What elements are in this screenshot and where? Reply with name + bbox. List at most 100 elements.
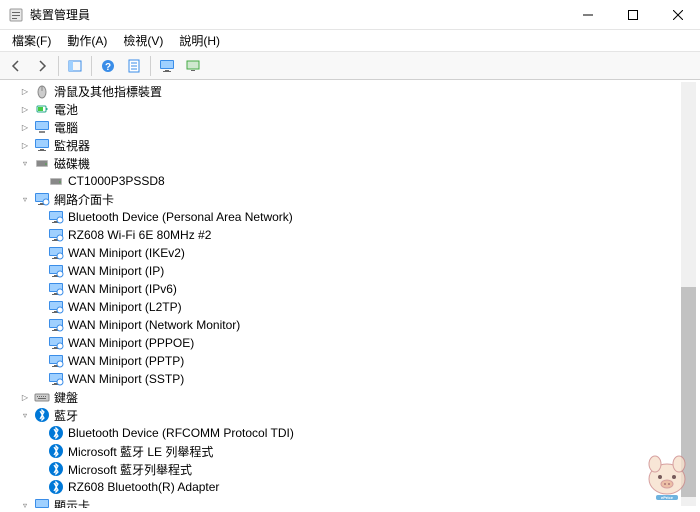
- expand-icon[interactable]: ▷: [18, 102, 32, 116]
- window-title: 裝置管理員: [30, 6, 565, 23]
- close-button[interactable]: [655, 0, 700, 30]
- expand-icon[interactable]: ▷: [18, 138, 32, 152]
- device-label: WAN Miniport (L2TP): [68, 300, 182, 314]
- toolbar-show-hide-button[interactable]: [63, 54, 87, 78]
- device-icon: [48, 443, 64, 459]
- menubar: 檔案(F) 動作(A) 檢視(V) 說明(H): [0, 30, 700, 52]
- scrollbar-thumb[interactable]: [681, 287, 696, 497]
- device-icon: [48, 209, 64, 225]
- expand-icon[interactable]: ▷: [18, 120, 32, 134]
- collapse-icon[interactable]: ▿: [18, 498, 32, 508]
- toolbar-remote-button[interactable]: [181, 54, 205, 78]
- device-icon: [48, 371, 64, 387]
- device-label: WAN Miniport (Network Monitor): [68, 318, 240, 332]
- app-icon: [8, 7, 24, 23]
- toolbar-help-button[interactable]: ?: [96, 54, 120, 78]
- category-network[interactable]: ▿ 網路介面卡: [4, 190, 696, 208]
- device-item[interactable]: RZ608 Wi-Fi 6E 80MHz #2: [4, 226, 696, 244]
- device-label: WAN Miniport (IKEv2): [68, 246, 185, 260]
- device-label: WAN Miniport (IP): [68, 264, 164, 278]
- menu-file[interactable]: 檔案(F): [4, 30, 59, 51]
- device-label: WAN Miniport (PPTP): [68, 354, 184, 368]
- svg-text:?: ?: [105, 62, 111, 73]
- device-icon: [48, 245, 64, 261]
- device-item[interactable]: WAN Miniport (L2TP): [4, 298, 696, 316]
- toolbar: ?: [0, 52, 700, 80]
- device-icon: [48, 425, 64, 441]
- keyboard-icon: [34, 389, 50, 405]
- device-label: WAN Miniport (SSTP): [68, 372, 184, 386]
- computer-icon: [34, 119, 50, 135]
- device-item[interactable]: WAN Miniport (IP): [4, 262, 696, 280]
- device-label: WAN Miniport (IPv6): [68, 282, 177, 296]
- menu-view[interactable]: 檢視(V): [115, 30, 171, 51]
- category-keyboard[interactable]: ▷ 鍵盤: [4, 388, 696, 406]
- category-bluetooth[interactable]: ▿ 藍牙: [4, 406, 696, 424]
- category-label: 網路介面卡: [54, 191, 114, 208]
- device-label: Microsoft 藍牙列舉程式: [68, 461, 192, 478]
- category-battery[interactable]: ▷ 電池: [4, 100, 696, 118]
- category-label: 電池: [54, 101, 78, 118]
- category-label: 顯示卡: [54, 497, 90, 509]
- device-item[interactable]: Microsoft 藍牙 LE 列舉程式: [4, 442, 696, 460]
- category-computer[interactable]: ▷ 電腦: [4, 118, 696, 136]
- category-label: 監視器: [54, 137, 90, 154]
- toolbar-separator: [150, 56, 151, 76]
- disk-icon: [34, 155, 50, 171]
- maximize-button[interactable]: [610, 0, 655, 30]
- device-icon: [48, 353, 64, 369]
- category-mouse[interactable]: ▷ 滑鼠及其他指標裝置: [4, 82, 696, 100]
- device-icon: [48, 281, 64, 297]
- device-item[interactable]: WAN Miniport (IPv6): [4, 280, 696, 298]
- device-item[interactable]: WAN Miniport (IKEv2): [4, 244, 696, 262]
- category-label: 磁碟機: [54, 155, 90, 172]
- category-label: 藍牙: [54, 407, 78, 424]
- network-icon: [34, 191, 50, 207]
- minimize-button[interactable]: [565, 0, 610, 30]
- monitor-icon: [34, 137, 50, 153]
- device-label: RZ608 Bluetooth(R) Adapter: [68, 480, 219, 494]
- device-label: Bluetooth Device (Personal Area Network): [68, 210, 293, 224]
- device-item[interactable]: WAN Miniport (Network Monitor): [4, 316, 696, 334]
- forward-button[interactable]: [30, 54, 54, 78]
- device-icon: [48, 335, 64, 351]
- device-icon: [48, 263, 64, 279]
- device-label: Microsoft 藍牙 LE 列舉程式: [68, 443, 213, 460]
- device-label: Bluetooth Device (RFCOMM Protocol TDI): [68, 426, 294, 440]
- device-item[interactable]: Bluetooth Device (Personal Area Network): [4, 208, 696, 226]
- device-item[interactable]: RZ608 Bluetooth(R) Adapter: [4, 478, 696, 496]
- device-icon: [48, 317, 64, 333]
- titlebar: 裝置管理員: [0, 0, 700, 30]
- device-item[interactable]: WAN Miniport (PPPOE): [4, 334, 696, 352]
- device-label: RZ608 Wi-Fi 6E 80MHz #2: [68, 228, 211, 242]
- menu-help[interactable]: 說明(H): [171, 30, 228, 51]
- back-button[interactable]: [4, 54, 28, 78]
- device-label: WAN Miniport (PPPOE): [68, 336, 194, 350]
- device-item[interactable]: CT1000P3PSSD8: [4, 172, 696, 190]
- collapse-icon[interactable]: ▿: [18, 192, 32, 206]
- category-label: 電腦: [54, 119, 78, 136]
- category-display[interactable]: ▿ 顯示卡: [4, 496, 696, 508]
- device-item[interactable]: Microsoft 藍牙列舉程式: [4, 460, 696, 478]
- device-item[interactable]: WAN Miniport (SSTP): [4, 370, 696, 388]
- device-icon: [48, 479, 64, 495]
- toolbar-properties-button[interactable]: [122, 54, 146, 78]
- category-disk[interactable]: ▿ 磁碟機: [4, 154, 696, 172]
- bluetooth-icon: [34, 407, 50, 423]
- category-monitor[interactable]: ▷ 監視器: [4, 136, 696, 154]
- scrollbar-track[interactable]: [681, 82, 696, 506]
- device-item[interactable]: Bluetooth Device (RFCOMM Protocol TDI): [4, 424, 696, 442]
- toolbar-scan-button[interactable]: [155, 54, 179, 78]
- device-tree[interactable]: ▷ 滑鼠及其他指標裝置 ▷ 電池 ▷ 電腦 ▷ 監視器 ▿ 磁碟機 CT1000…: [0, 80, 700, 508]
- menu-action[interactable]: 動作(A): [59, 30, 115, 51]
- device-icon: [48, 299, 64, 315]
- collapse-icon[interactable]: ▿: [18, 156, 32, 170]
- device-icon: [48, 461, 64, 477]
- collapse-icon[interactable]: ▿: [18, 408, 32, 422]
- toolbar-separator: [58, 56, 59, 76]
- category-label: 滑鼠及其他指標裝置: [54, 83, 162, 100]
- expand-icon[interactable]: ▷: [18, 84, 32, 98]
- expand-icon[interactable]: ▷: [18, 390, 32, 404]
- toolbar-separator: [91, 56, 92, 76]
- device-item[interactable]: WAN Miniport (PPTP): [4, 352, 696, 370]
